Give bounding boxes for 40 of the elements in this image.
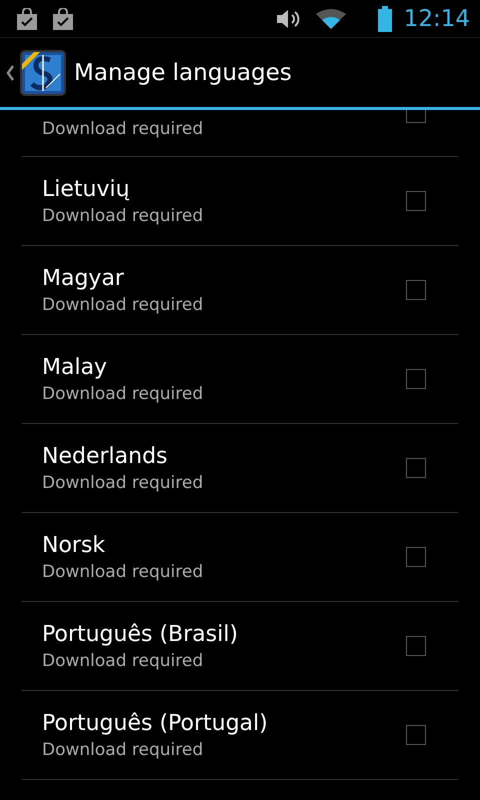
download-status: Download required: [42, 294, 204, 314]
language-row[interactable]: Download required: [22, 110, 458, 157]
language-row[interactable]: Malay Download required: [22, 335, 458, 424]
download-status: Download required: [42, 562, 204, 582]
checkbox[interactable]: [406, 110, 426, 123]
download-status: Download required: [42, 206, 204, 226]
download-status: Download required: [42, 472, 204, 492]
back-caret-icon[interactable]: [6, 64, 14, 80]
shopping-bag-icon: [16, 8, 38, 30]
battery-icon: [378, 6, 392, 32]
checkbox[interactable]: [406, 547, 426, 567]
screen-title: Manage languages: [74, 60, 292, 86]
checkbox[interactable]: [406, 191, 426, 211]
language-row[interactable]: Português (Portugal) Download required: [22, 691, 458, 780]
download-status: Download required: [42, 650, 204, 670]
language-row[interactable]: Magyar Download required: [22, 246, 458, 335]
language-row[interactable]: Norsk Download required: [22, 513, 458, 602]
wifi-icon: [316, 8, 346, 28]
checkbox[interactable]: [406, 369, 426, 389]
language-name: Português (Brasil): [42, 622, 239, 646]
language-row[interactable]: Nederlands Download required: [22, 424, 458, 513]
language-name: Português (Portugal): [42, 710, 269, 736]
download-status: Download required: [42, 384, 204, 404]
checkbox[interactable]: [406, 725, 426, 745]
checkbox[interactable]: [406, 636, 426, 656]
download-status: Download required: [42, 740, 204, 760]
volume-icon: [276, 8, 302, 28]
language-row[interactable]: Lietuvių Download required: [22, 157, 458, 246]
language-name: Nederlands: [42, 444, 169, 468]
download-status: Download required: [42, 119, 204, 139]
language-row[interactable]: Português (Brasil) Download required: [22, 602, 458, 691]
language-name: Lietuvių: [42, 176, 131, 202]
language-name: Magyar: [42, 266, 125, 290]
checkbox[interactable]: [406, 280, 426, 300]
language-name: Malay: [42, 354, 108, 380]
language-name: Norsk: [42, 532, 106, 558]
shopping-bag-icon: [52, 8, 74, 30]
app-icon[interactable]: [20, 50, 66, 96]
clock: 12:14: [404, 6, 470, 32]
checkbox[interactable]: [406, 458, 426, 478]
